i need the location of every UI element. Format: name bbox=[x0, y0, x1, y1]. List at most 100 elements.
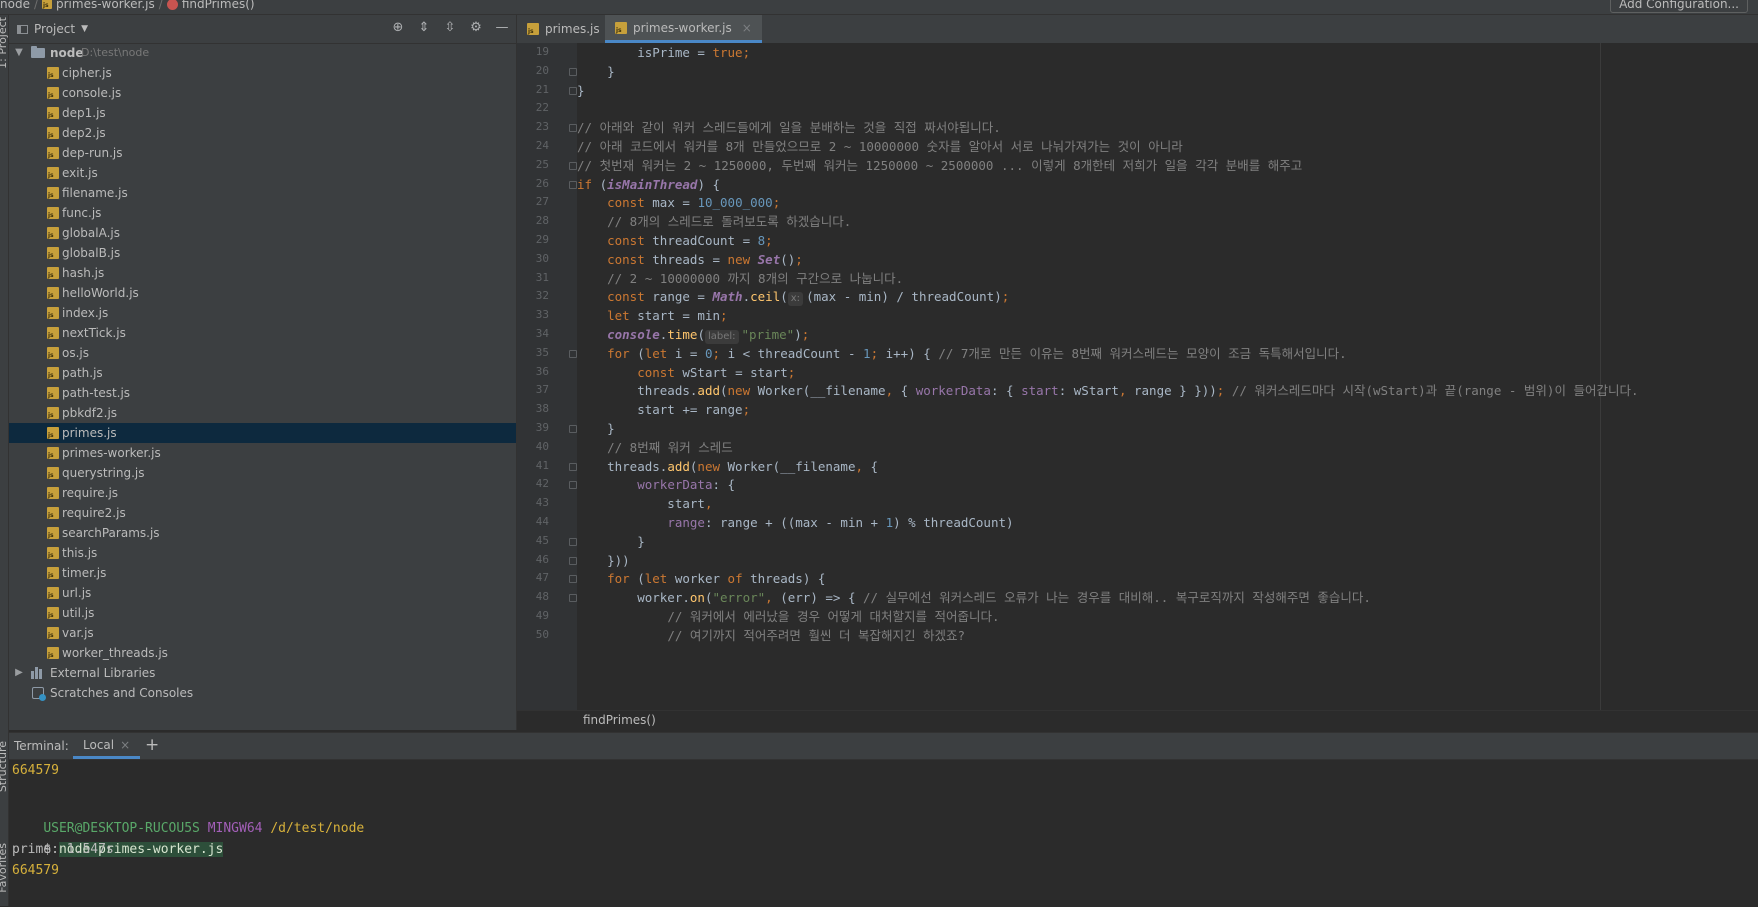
js-file-icon bbox=[47, 67, 59, 79]
tree-file-item[interactable]: dep2.js bbox=[9, 123, 516, 143]
code-token: for bbox=[607, 345, 630, 361]
hide-panel-icon[interactable]: — bbox=[494, 20, 510, 36]
tree-file-label: console.js bbox=[62, 86, 122, 100]
fold-marker-icon[interactable] bbox=[569, 575, 577, 584]
terminal-command-line[interactable]: $ node primes-worker.js bbox=[12, 818, 224, 857]
tree-file-item[interactable]: exit.js bbox=[9, 163, 516, 183]
close-icon[interactable]: × bbox=[742, 21, 752, 35]
tree-file-item[interactable]: globalA.js bbox=[9, 223, 516, 243]
tree-file-item[interactable]: searchParams.js bbox=[9, 523, 516, 543]
tree-file-item[interactable]: primes.js bbox=[9, 423, 516, 443]
js-file-icon bbox=[47, 547, 59, 559]
tree-file-item[interactable]: helloWorld.js bbox=[9, 283, 516, 303]
locate-file-icon[interactable]: ⊕ bbox=[390, 20, 406, 36]
tree-external-libraries[interactable]: ▶ External Libraries bbox=[9, 663, 516, 683]
tree-file-label: searchParams.js bbox=[62, 526, 160, 540]
collapse-all-icon[interactable]: ⇳ bbox=[442, 20, 458, 36]
breadcrumb-function[interactable]: findPrimes() bbox=[182, 0, 255, 11]
js-file-icon bbox=[47, 607, 59, 619]
code-view[interactable]: isPrime = true; }} // 아래와 같이 워커 스레드들에게 일을… bbox=[577, 43, 1758, 710]
tree-root-node[interactable]: ▼ node D:\test\node bbox=[9, 43, 516, 63]
tree-file-item[interactable]: var.js bbox=[9, 623, 516, 643]
gear-icon[interactable]: ⚙ bbox=[468, 20, 484, 36]
editor-tab[interactable]: primes-worker.js × bbox=[605, 15, 762, 43]
code-token: if bbox=[577, 176, 593, 192]
fold-marker-icon[interactable] bbox=[569, 594, 577, 603]
structure-tool-tab[interactable]: Structure bbox=[0, 741, 9, 792]
breadcrumb-file[interactable]: primes-worker.js bbox=[56, 0, 155, 11]
js-file-icon bbox=[47, 487, 59, 499]
tree-file-item[interactable]: require.js bbox=[9, 483, 516, 503]
tree-file-label: index.js bbox=[62, 306, 109, 320]
code-token: start += range bbox=[577, 402, 743, 418]
chevron-down-icon[interactable]: ▼ bbox=[13, 43, 25, 63]
fold-marker-icon[interactable] bbox=[569, 124, 577, 133]
fold-marker-icon[interactable] bbox=[569, 180, 577, 189]
left-tool-strip: 1: Project bbox=[0, 15, 9, 741]
tree-file-item[interactable]: console.js bbox=[9, 83, 516, 103]
code-token: 1 bbox=[863, 345, 871, 361]
tree-file-item[interactable]: nextTick.js bbox=[9, 323, 516, 343]
tree-file-item[interactable]: require2.js bbox=[9, 503, 516, 523]
fold-marker-icon[interactable] bbox=[569, 161, 577, 170]
tree-file-item[interactable]: dep1.js bbox=[9, 103, 516, 123]
favorites-tool-tab[interactable]: Favorites bbox=[0, 843, 9, 893]
fold-marker-icon[interactable] bbox=[569, 556, 577, 565]
code-token: ( bbox=[592, 176, 608, 192]
code-token: "prime" bbox=[741, 327, 795, 342]
js-file-icon bbox=[47, 447, 59, 459]
tree-file-item[interactable]: util.js bbox=[9, 603, 516, 623]
project-tool-tab[interactable]: 1: Project bbox=[0, 17, 9, 69]
tree-file-item[interactable]: path.js bbox=[9, 363, 516, 383]
breadcrumb-root[interactable]: node bbox=[0, 0, 30, 11]
fold-marker-icon[interactable] bbox=[569, 425, 577, 433]
tree-file-item[interactable]: timer.js bbox=[9, 563, 516, 583]
code-token: "error" bbox=[712, 590, 766, 606]
line-number: 39 bbox=[535, 421, 549, 434]
tree-file-item[interactable]: globalB.js bbox=[9, 243, 516, 263]
code-token: const bbox=[607, 251, 645, 267]
external-libraries-label: External Libraries bbox=[50, 666, 156, 680]
chevron-right-icon[interactable]: ▶ bbox=[13, 663, 25, 683]
tree-file-item[interactable]: path-test.js bbox=[9, 383, 516, 403]
project-panel: Project ▼ ⊕ ⇕ ⇳ ⚙ — ▼ node D:\test\node … bbox=[9, 15, 517, 730]
new-terminal-icon[interactable]: + bbox=[145, 735, 159, 755]
tree-file-item[interactable]: dep-run.js bbox=[9, 143, 516, 163]
tree-file-item[interactable]: index.js bbox=[9, 303, 516, 323]
fold-marker-icon[interactable] bbox=[569, 86, 577, 95]
fold-marker-icon[interactable] bbox=[569, 481, 577, 490]
close-icon[interactable]: × bbox=[120, 738, 130, 752]
tree-file-item[interactable]: worker_threads.js bbox=[9, 643, 516, 663]
tree-file-item[interactable]: hash.js bbox=[9, 263, 516, 283]
code-token: worker. bbox=[577, 590, 690, 606]
tree-file-item[interactable]: cipher.js bbox=[9, 63, 516, 83]
terminal-tab-local[interactable]: Local × bbox=[73, 733, 141, 759]
tree-file-item[interactable]: filename.js bbox=[9, 183, 516, 203]
fold-marker-icon[interactable] bbox=[569, 349, 577, 358]
add-configuration-button[interactable]: Add Configuration... bbox=[1610, 0, 1748, 13]
tree-file-item[interactable]: pbkdf2.js bbox=[9, 403, 516, 423]
fold-marker-icon[interactable] bbox=[569, 67, 577, 76]
fold-marker-icon[interactable] bbox=[569, 537, 577, 546]
code-token: worker bbox=[667, 571, 728, 587]
tree-file-item[interactable]: url.js bbox=[9, 583, 516, 603]
line-number: 47 bbox=[535, 571, 549, 585]
tree-scratches[interactable]: Scratches and Consoles bbox=[9, 683, 516, 703]
tree-file-item[interactable]: this.js bbox=[9, 543, 516, 563]
line-number: 24 bbox=[535, 139, 549, 152]
project-view-selector[interactable]: Project ▼ bbox=[17, 22, 88, 36]
tree-file-item[interactable]: func.js bbox=[9, 203, 516, 223]
project-title: Project bbox=[34, 22, 76, 36]
code-breadcrumb-function[interactable]: findPrimes() bbox=[583, 713, 656, 727]
tree-file-item[interactable]: querystring.js bbox=[9, 463, 516, 483]
expand-all-icon[interactable]: ⇕ bbox=[416, 20, 432, 36]
tree-file-label: pbkdf2.js bbox=[62, 406, 118, 420]
js-file-icon bbox=[47, 527, 59, 539]
tree-file-item[interactable]: primes-worker.js bbox=[9, 443, 516, 463]
tree-file-item[interactable]: os.js bbox=[9, 343, 516, 363]
fold-marker-icon[interactable] bbox=[569, 462, 577, 471]
